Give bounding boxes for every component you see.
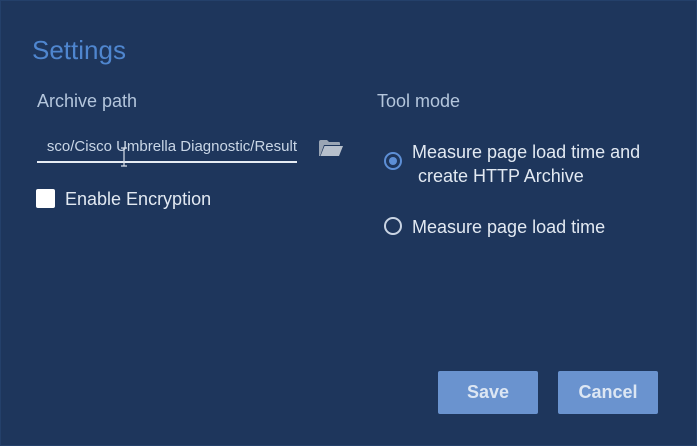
save-button[interactable]: Save — [438, 371, 538, 414]
enable-encryption-label: Enable Encryption — [65, 189, 212, 209]
radio-button-selected[interactable] — [384, 152, 402, 170]
radio-label-har-line2: create HTTP Archive — [418, 166, 584, 186]
cancel-button[interactable]: Cancel — [558, 371, 658, 414]
dialog-title: Settings — [32, 35, 126, 65]
settings-dialog: Settings Archive path sco/Cisco Umbrella… — [0, 0, 697, 446]
checkbox-box[interactable] — [36, 189, 55, 208]
radio-label-load-time: Measure page load time — [412, 217, 606, 237]
radio-dot — [389, 157, 397, 165]
radio-button-unselected[interactable] — [384, 217, 402, 235]
radio-label-har: Measure page load time and create HTTP A… — [412, 140, 640, 188]
archive-path-value: sco/Cisco Umbrella Diagnostic/Result — [46, 138, 297, 155]
text-cursor-icon — [121, 147, 127, 167]
folder-icon[interactable] — [318, 139, 344, 157]
archive-path-label: Archive path — [37, 91, 138, 111]
tool-mode-label: Tool mode — [377, 91, 461, 111]
archive-path-input[interactable]: sco/Cisco Umbrella Diagnostic/Result — [37, 135, 297, 163]
radio-label-har-line1: Measure page load time and — [412, 142, 641, 162]
